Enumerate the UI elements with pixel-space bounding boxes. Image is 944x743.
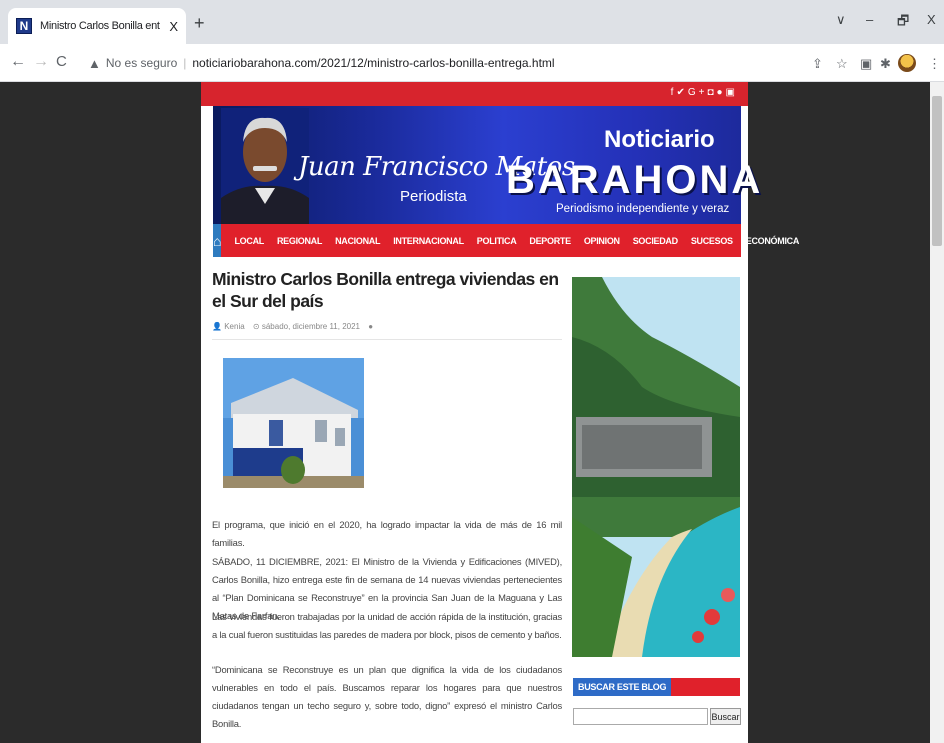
sidebar-widget-header: BUSCAR ESTE BLOG: [573, 678, 740, 696]
profile-avatar[interactable]: [898, 54, 916, 72]
forward-icon[interactable]: →: [33, 53, 49, 71]
pinterest-icon[interactable]: ●: [717, 87, 726, 98]
reload-icon[interactable]: C: [56, 53, 67, 70]
menu-item-nacional[interactable]: NACIONAL: [335, 236, 380, 246]
bookmark-star-icon[interactable]: ☆: [836, 56, 848, 72]
url-text: noticiariobarahona.com/2021/12/ministro-…: [192, 56, 555, 70]
tab-search-button[interactable]: ∨: [836, 12, 846, 28]
site-favicon-icon: N: [16, 18, 32, 34]
search-button[interactable]: Buscar: [710, 708, 741, 725]
widget-title: BUSCAR ESTE BLOG: [573, 678, 672, 696]
article-photo-house[interactable]: [223, 358, 364, 488]
menu-item-sociedad[interactable]: SOCIEDAD: [633, 236, 678, 246]
article-author[interactable]: Kenia: [224, 322, 244, 331]
article-date: sábado, diciembre 11, 2021: [261, 322, 360, 331]
article-paragraph-3: Las viviendas fueron trabajadas por la u…: [212, 611, 562, 640]
close-window-button[interactable]: X: [927, 12, 936, 27]
extensions-puzzle-icon[interactable]: ✱: [880, 56, 891, 72]
comment-icon[interactable]: ●: [368, 322, 373, 331]
article-meta: 👤 Kenia ⊙ sábado, diciembre 11, 2021 ●: [212, 322, 562, 331]
youtube-icon[interactable]: ▣: [726, 87, 738, 98]
extension-icon[interactable]: ▣: [860, 56, 872, 72]
brand-tagline: Periodismo independiente y veraz: [556, 203, 730, 215]
main-menu: ⌂ LOCAL REGIONAL NACIONAL INTERNACIONAL …: [213, 224, 799, 257]
menu-item-economica[interactable]: ECONÓMICA: [746, 236, 800, 246]
journalist-title: Periodista: [400, 188, 467, 205]
security-label: No es seguro: [105, 56, 178, 70]
top-strip: f✔G+◘●▣: [201, 82, 748, 106]
article-paragraph-1: El programa, que inició en el 2020, ha l…: [212, 519, 562, 548]
address-bar[interactable]: ▲ No es seguro | noticiariobarahona.com/…: [88, 49, 788, 77]
scrollbar-thumb[interactable]: [932, 96, 942, 246]
tab-close-button[interactable]: X: [169, 19, 178, 34]
sidebar-barahona-image[interactable]: [572, 277, 740, 657]
divider: |: [183, 56, 187, 70]
divider: [212, 339, 562, 340]
brand-main: BARAHONA: [506, 158, 764, 202]
menu-item-opinion[interactable]: OPINION: [584, 236, 620, 246]
site-header-banner[interactable]: Juan Francisco Matos Periodista Noticiar…: [213, 106, 760, 224]
minimize-button[interactable]: –: [866, 12, 873, 27]
twitter-icon[interactable]: ✔: [676, 87, 687, 98]
back-icon[interactable]: ←: [10, 53, 26, 71]
social-icons: f✔G+◘●▣: [671, 87, 738, 98]
home-icon[interactable]: ⌂: [213, 224, 222, 257]
new-tab-button[interactable]: +: [194, 13, 205, 34]
tab-title: Ministro Carlos Bonilla entrega v: [40, 20, 160, 32]
google-plus-icon[interactable]: G+: [688, 87, 708, 98]
journalist-portrait: [221, 108, 309, 224]
article-paragraph-4: “Dominicana se Reconstruye es un plan qu…: [212, 664, 562, 729]
blog-search-input[interactable]: [573, 708, 708, 725]
restore-button[interactable]: 🗗: [897, 12, 909, 34]
menu-item-sucesos[interactable]: SUCESOS: [691, 236, 733, 246]
browser-tab-bar: N Ministro Carlos Bonilla entrega v X + …: [0, 0, 944, 44]
article-title: Ministro Carlos Bonilla entrega vivienda…: [212, 269, 559, 311]
brand-top: Noticiario: [604, 126, 715, 153]
clock-icon: ⊙: [252, 322, 260, 331]
menu-item-regional[interactable]: REGIONAL: [277, 236, 322, 246]
menu-item-deporte[interactable]: DEPORTE: [529, 236, 571, 246]
article: Ministro Carlos Bonilla entrega vivienda…: [212, 268, 562, 729]
browser-toolbar: ← → C ▲ No es seguro | noticiariobarahon…: [0, 44, 944, 82]
author-icon: 👤: [212, 322, 222, 331]
menu-kebab-icon[interactable]: ⋮: [928, 56, 941, 72]
page-viewport: f✔G+◘●▣ Juan Francisco Matos Periodista …: [0, 82, 944, 743]
share-icon[interactable]: ⇪: [812, 56, 823, 72]
browser-tab[interactable]: N Ministro Carlos Bonilla entrega v X: [8, 8, 186, 44]
scrollbar[interactable]: [930, 82, 944, 743]
menu-item-politica[interactable]: POLITICA: [477, 236, 517, 246]
menu-item-internacional[interactable]: INTERNACIONAL: [393, 236, 464, 246]
menu-item-local[interactable]: LOCAL: [234, 236, 264, 246]
site-container: f✔G+◘●▣ Juan Francisco Matos Periodista …: [201, 82, 799, 743]
warning-icon: ▲: [88, 55, 101, 71]
instagram-icon[interactable]: ◘: [707, 87, 716, 98]
